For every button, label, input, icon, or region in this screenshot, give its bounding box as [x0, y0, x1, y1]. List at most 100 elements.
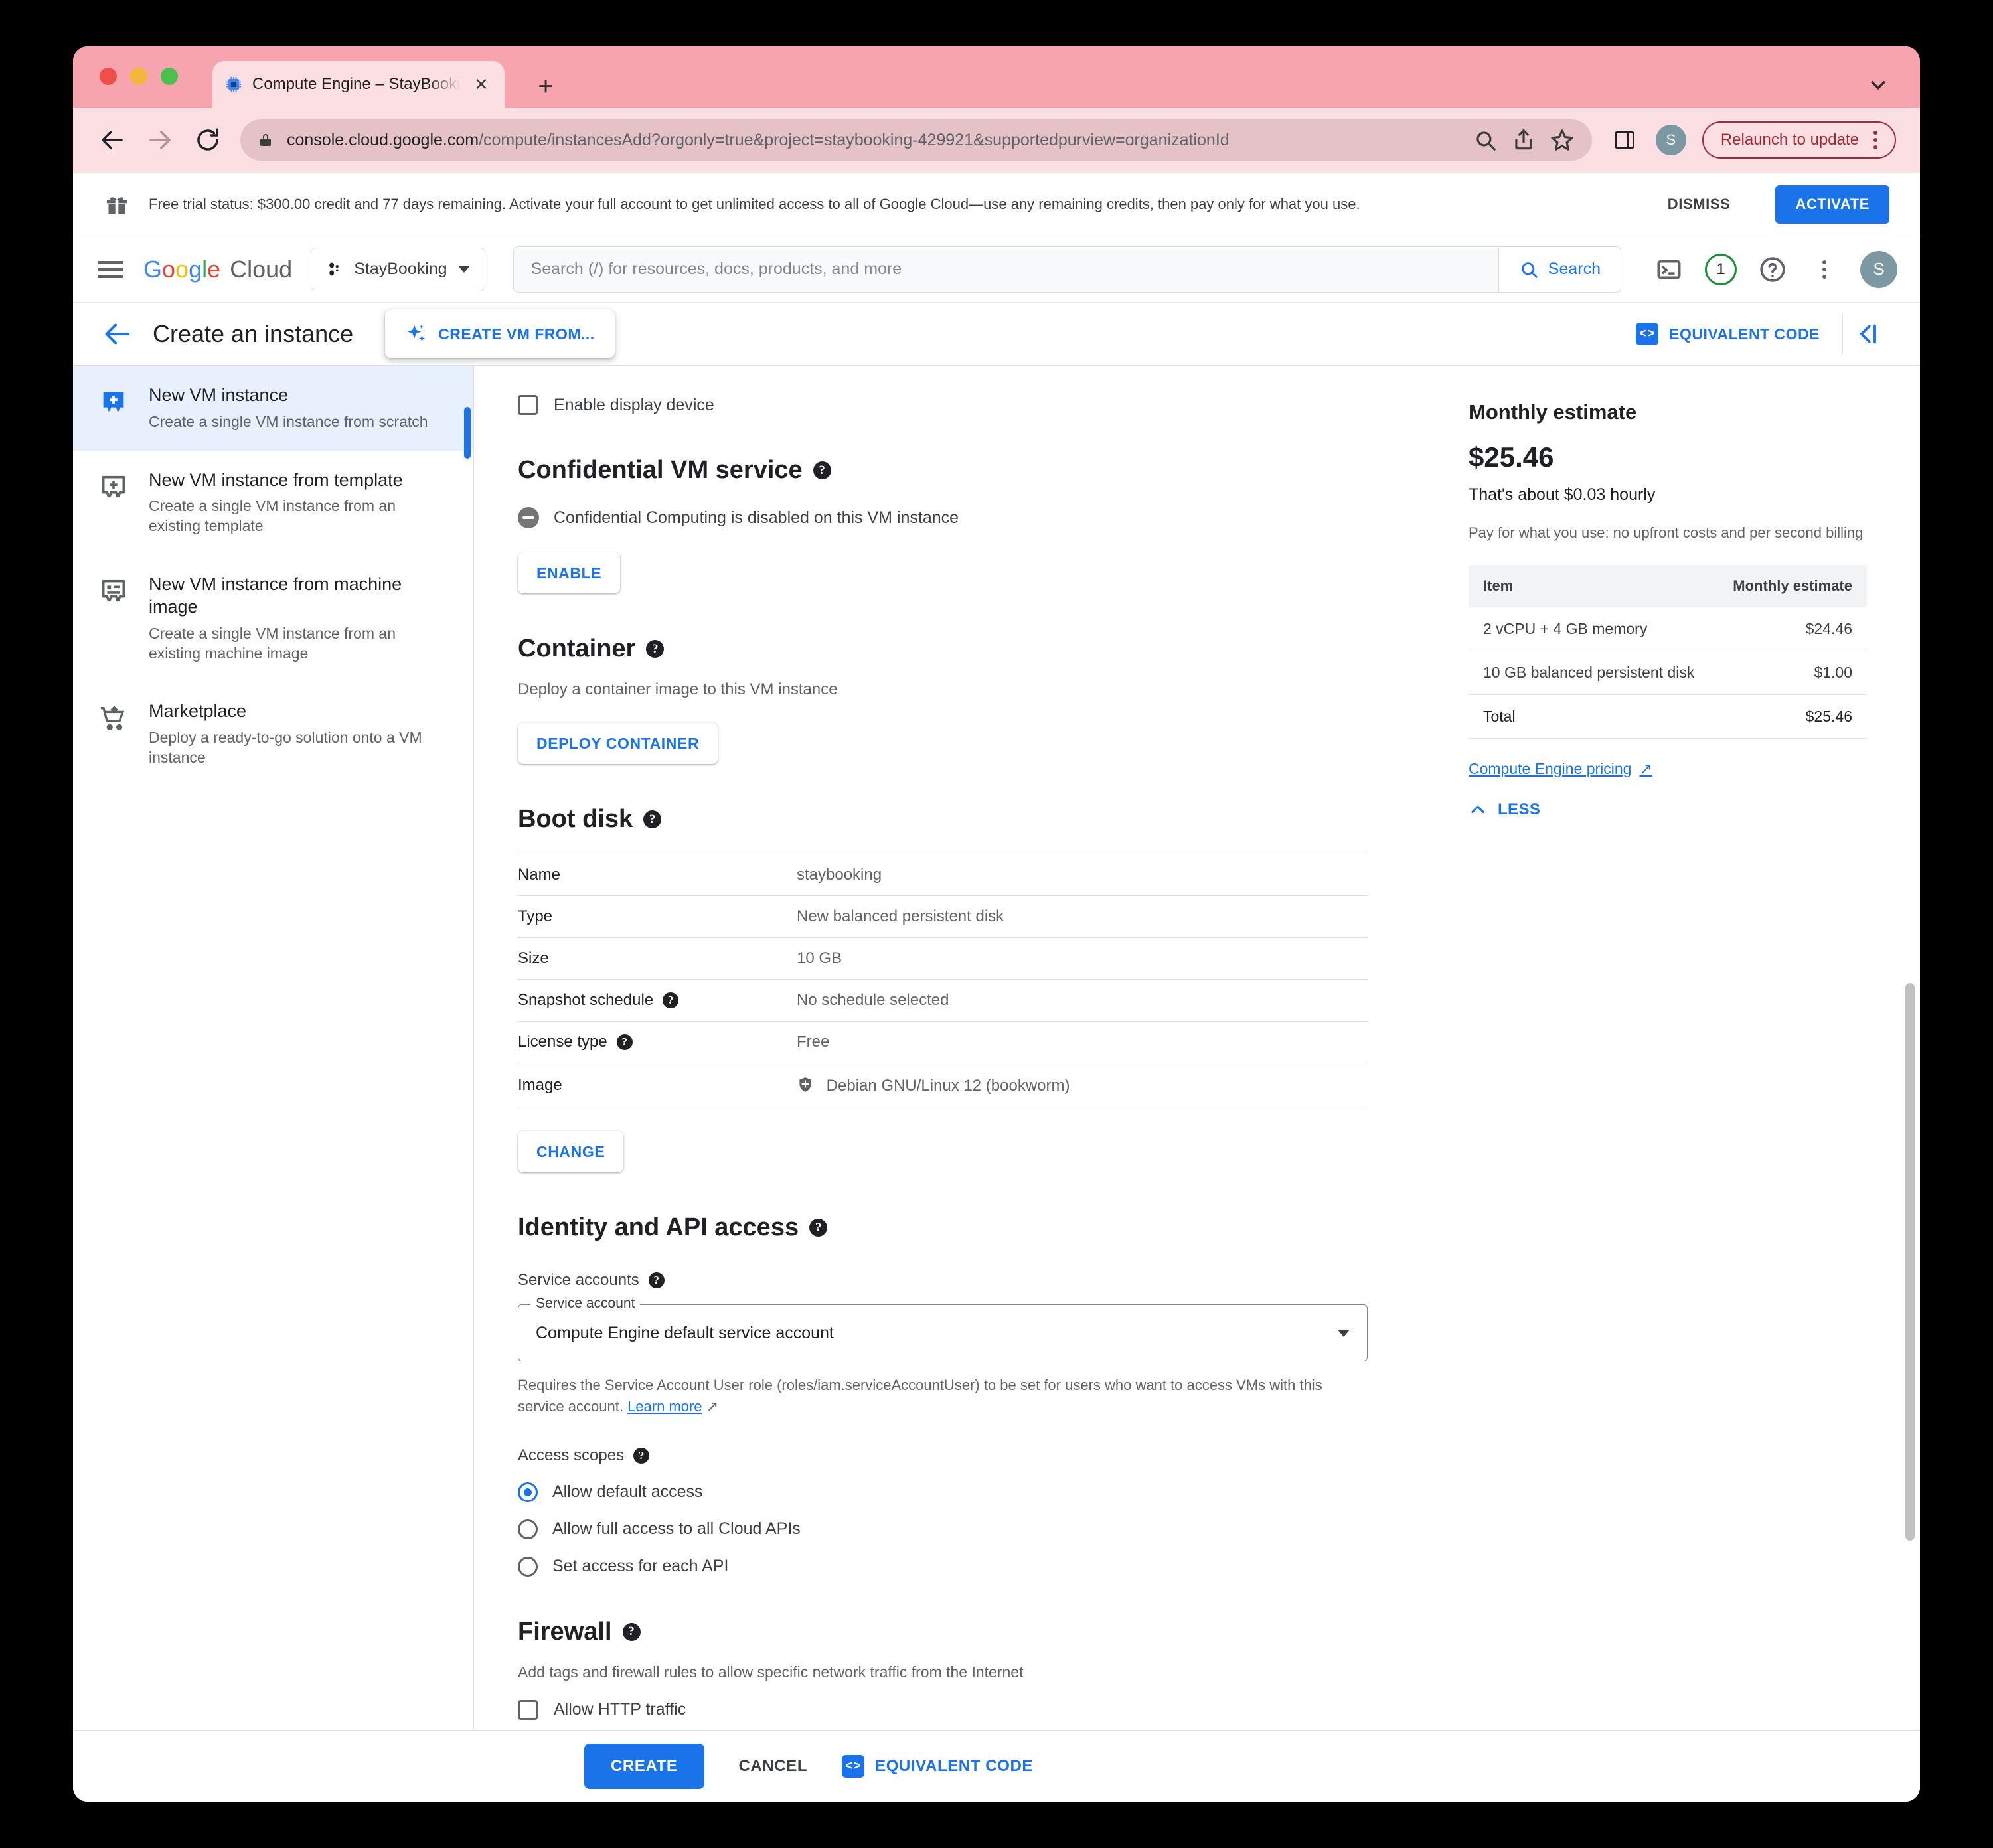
- chevron-down-icon: [458, 266, 470, 273]
- arrow-left-icon[interactable]: [97, 125, 127, 155]
- logo-letter: G: [143, 256, 162, 283]
- sidebar-item-new-vm-from-template[interactable]: New VM instance from template Create a s…: [73, 451, 473, 556]
- url-text: console.cloud.google.com/compute/instanc…: [287, 131, 1459, 150]
- confidential-vm-status: Confidential Computing is disabled on th…: [518, 507, 1402, 528]
- enable-display-device-checkbox[interactable]: [518, 395, 538, 415]
- address-bar[interactable]: console.cloud.google.com/compute/instanc…: [240, 119, 1592, 161]
- enable-confidential-vm-button[interactable]: ENABLE: [518, 552, 620, 593]
- dismiss-button[interactable]: DISMISS: [1653, 187, 1745, 222]
- chevron-down-icon[interactable]: [1867, 73, 1889, 96]
- notification-count-badge[interactable]: 1: [1705, 254, 1737, 285]
- create-vm-from-button[interactable]: CREATE VM FROM...: [385, 309, 615, 358]
- arrow-left-icon[interactable]: [100, 317, 134, 351]
- help-icon[interactable]: ?: [663, 992, 678, 1008]
- search-icon[interactable]: [1473, 127, 1498, 153]
- external-link-icon: ↗: [1639, 760, 1652, 778]
- radio-set-access-each-api[interactable]: [518, 1557, 538, 1577]
- sidebar-item-texts: New VM instance from template Create a s…: [149, 469, 451, 537]
- code-icon: <>: [842, 1755, 864, 1778]
- side-panel-icon[interactable]: [1609, 125, 1640, 155]
- access-scope-label: Allow full access to all Cloud APIs: [552, 1519, 801, 1539]
- google-cloud-logo[interactable]: Google Cloud: [143, 256, 292, 283]
- help-icon[interactable]: ?: [649, 1272, 665, 1288]
- help-icon[interactable]: ?: [623, 1623, 641, 1641]
- table-row: Name staybooking: [518, 854, 1368, 896]
- browser-window: Compute Engine – StayBookin ✕ +: [73, 46, 1920, 1802]
- sidebar-item-label: Marketplace: [149, 700, 451, 723]
- minimize-window-button[interactable]: [130, 68, 147, 85]
- radio-allow-full-access[interactable]: [518, 1519, 538, 1539]
- help-icon[interactable]: ?: [646, 640, 664, 658]
- boot-disk-image-text: Debian GNU/Linux 12 (bookworm): [827, 1077, 1070, 1095]
- global-search[interactable]: Search: [513, 246, 1621, 293]
- main-scrollbar[interactable]: [1905, 983, 1915, 1541]
- help-icon[interactable]: ?: [813, 461, 831, 479]
- estimate-less-toggle[interactable]: LESS: [1469, 801, 1867, 819]
- relaunch-to-update-button[interactable]: Relaunch to update: [1702, 121, 1896, 159]
- sidebar-item-new-vm-instance[interactable]: New VM instance Create a single VM insta…: [73, 366, 473, 451]
- kebab-menu-icon[interactable]: [1808, 254, 1840, 285]
- boot-disk-key: Size: [518, 938, 797, 980]
- access-scope-option-default[interactable]: Allow default access: [518, 1482, 1402, 1502]
- enable-display-device-row[interactable]: Enable display device: [518, 395, 1402, 415]
- table-row: 10 GB balanced persistent disk $1.00: [1469, 651, 1867, 694]
- confidential-vm-status-text: Confidential Computing is disabled on th…: [554, 508, 959, 528]
- sidebar-item-desc: Create a single VM instance from an exis…: [149, 497, 451, 536]
- create-button[interactable]: CREATE: [584, 1744, 704, 1789]
- search-input[interactable]: [514, 247, 1498, 292]
- access-scope-option-each-api[interactable]: Set access for each API: [518, 1557, 1402, 1577]
- browser-tab-strip: Compute Engine – StayBookin ✕ +: [73, 46, 1920, 108]
- boot-disk-key: Name: [518, 854, 797, 896]
- search-submit-button[interactable]: Search: [1498, 247, 1621, 292]
- allow-http-checkbox[interactable]: [518, 1700, 538, 1720]
- help-icon[interactable]: ?: [643, 810, 661, 828]
- estimate-title: Monthly estimate: [1469, 400, 1867, 424]
- radio-allow-default-access[interactable]: [518, 1482, 538, 1502]
- help-icon[interactable]: ?: [633, 1448, 649, 1464]
- help-icon[interactable]: ?: [809, 1219, 827, 1237]
- hamburger-menu-icon[interactable]: [96, 255, 125, 284]
- estimate-amount: $1.00: [1715, 651, 1867, 694]
- service-account-select[interactable]: Service account Compute Engine default s…: [518, 1304, 1368, 1361]
- change-boot-disk-button[interactable]: CHANGE: [518, 1131, 623, 1172]
- cloud-shell-icon[interactable]: [1653, 254, 1685, 285]
- boot-disk-key-text: License type: [518, 1033, 607, 1051]
- sidebar-item-marketplace[interactable]: Marketplace Deploy a ready-to-go solutio…: [73, 682, 473, 787]
- reload-icon[interactable]: [193, 125, 223, 155]
- close-icon[interactable]: ✕: [470, 73, 493, 96]
- url-path: /compute/instancesAdd?orgonly=true&proje…: [479, 131, 1230, 149]
- firewall-option-http[interactable]: Allow HTTP traffic: [518, 1700, 1402, 1720]
- sidebar-scrollbar[interactable]: [464, 407, 471, 459]
- project-selector[interactable]: StayBooking: [311, 248, 485, 291]
- help-icon[interactable]: ?: [617, 1034, 633, 1050]
- search-icon: [1519, 260, 1539, 279]
- access-scopes-label: Access scopes ?: [518, 1446, 1402, 1465]
- kebab-menu-icon[interactable]: [1873, 131, 1877, 149]
- access-scope-option-full[interactable]: Allow full access to all Cloud APIs: [518, 1519, 1402, 1539]
- browser-tab[interactable]: Compute Engine – StayBookin ✕: [212, 61, 505, 108]
- browser-profile-avatar[interactable]: S: [1656, 125, 1686, 155]
- avatar[interactable]: S: [1860, 251, 1897, 288]
- equivalent-code-button-footer[interactable]: <> EQUIVALENT CODE: [842, 1755, 1033, 1778]
- maximize-window-button[interactable]: [161, 68, 178, 85]
- sidebar-item-texts: Marketplace Deploy a ready-to-go solutio…: [149, 700, 451, 768]
- star-icon[interactable]: [1550, 127, 1575, 153]
- compute-engine-pricing-link[interactable]: Compute Engine pricing ↗: [1469, 760, 1652, 778]
- help-circle-icon[interactable]: [1757, 254, 1789, 285]
- new-tab-button[interactable]: +: [531, 72, 560, 101]
- equivalent-code-button-top[interactable]: <> EQUIVALENT CODE: [1636, 314, 1843, 354]
- sidebar-item-label: New VM instance from machine image: [149, 574, 451, 619]
- deploy-container-button[interactable]: DEPLOY CONTAINER: [518, 723, 718, 764]
- close-window-button[interactable]: [100, 68, 117, 85]
- table-row-total: Total $25.46: [1469, 694, 1867, 738]
- boot-disk-heading-text: Boot disk: [518, 805, 633, 834]
- collapse-panel-icon[interactable]: [1843, 321, 1893, 347]
- page-title: Create an instance: [153, 320, 353, 348]
- cancel-button[interactable]: CANCEL: [735, 1756, 812, 1776]
- activate-button[interactable]: ACTIVATE: [1775, 185, 1889, 224]
- share-icon[interactable]: [1511, 127, 1536, 153]
- sidebar-item-desc: Deploy a ready-to-go solution onto a VM …: [149, 728, 451, 768]
- monthly-estimate-panel: Monthly estimate $25.46 That's about $0.…: [1442, 366, 1920, 1802]
- sidebar-item-new-vm-from-machine-image[interactable]: New VM instance from machine image Creat…: [73, 555, 473, 682]
- learn-more-link[interactable]: Learn more: [627, 1398, 702, 1415]
